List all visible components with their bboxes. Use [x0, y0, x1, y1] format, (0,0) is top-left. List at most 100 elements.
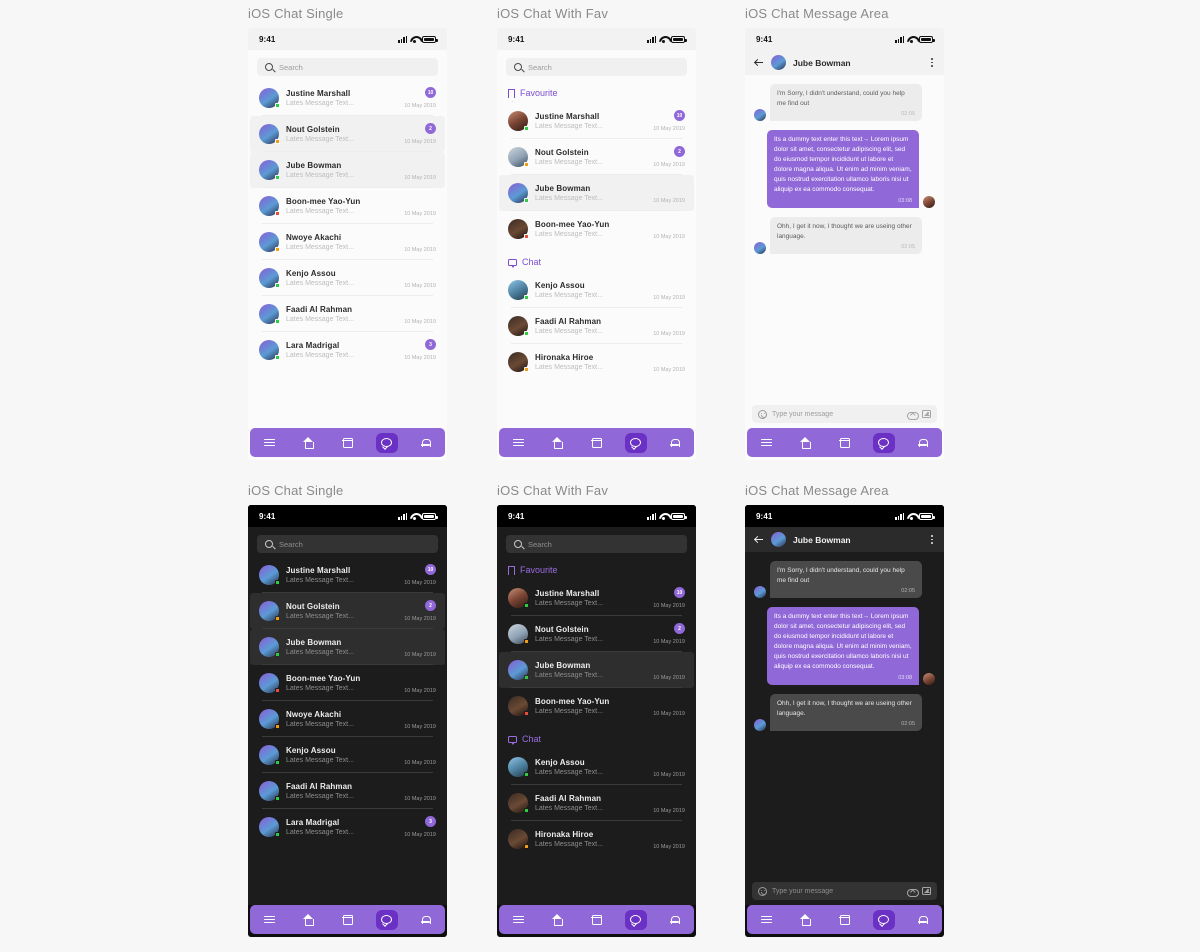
contact-name: Lara Madrigal — [286, 818, 340, 827]
chat-list-item[interactable]: Jube Bowman Lates Message Text... 10 May 2… — [250, 152, 445, 188]
nav-button-calendar[interactable] — [586, 433, 608, 453]
nav-button-home[interactable] — [795, 433, 817, 453]
chat-list-item[interactable]: Faadi Al Rahman Lates Message Text... 10 M… — [250, 296, 445, 332]
back-arrow-icon[interactable] — [754, 58, 764, 68]
chat-icon — [381, 438, 392, 447]
chat-list-item[interactable]: Boon-mee Yao-Yun Lates Message Text... 10 … — [250, 665, 445, 701]
message-composer[interactable]: Type your message — [752, 882, 937, 900]
message-composer[interactable]: Type your message — [752, 405, 937, 423]
more-vertical-icon[interactable] — [929, 56, 935, 68]
conversation-title: Jube Bowman — [793, 534, 851, 545]
chat-list-item[interactable]: Faadi Al Rahman Lates Message Text... 10 M… — [499, 785, 694, 821]
smiley-icon[interactable] — [758, 409, 768, 419]
nav-button-notifications[interactable] — [912, 433, 934, 453]
nav-button-chat[interactable] — [624, 432, 647, 453]
avatar — [259, 637, 280, 657]
image-icon[interactable] — [922, 410, 931, 418]
chat-list-item[interactable]: Hironaka Hiroe Lates Message Text... 10 Ma… — [499, 821, 694, 857]
chat-list-item[interactable]: Lara Madrigal Lates Message Text... 3 10 Ma… — [250, 809, 445, 845]
chat-list-item[interactable]: Jube Bowman Lates Message Text... 10 May 2… — [250, 629, 445, 665]
nav-button-notifications[interactable] — [664, 910, 686, 930]
nav-button-chat[interactable] — [872, 909, 895, 930]
message-bubble[interactable]: I'm Sorry, I didn't understand, could yo… — [770, 84, 922, 122]
chat-list-item[interactable]: Nout Golstein Lates Message Text... 2 10 Ma… — [499, 139, 694, 175]
avatar — [259, 745, 280, 765]
nav-button-menu[interactable] — [756, 910, 778, 930]
nav-button-menu[interactable] — [508, 910, 530, 930]
nav-button-calendar[interactable] — [337, 910, 359, 930]
search-input[interactable]: Search — [257, 535, 438, 553]
chat-list-item[interactable]: Nwoye Akachi Lates Message Text... 10 May … — [250, 224, 445, 260]
chat-list-item[interactable]: Nout Golstein Lates Message Text... 2 10 Ma… — [499, 616, 694, 652]
nav-button-menu[interactable] — [508, 433, 530, 453]
nav-button-calendar[interactable] — [834, 910, 856, 930]
nav-button-menu[interactable] — [259, 433, 281, 453]
chat-list-item[interactable]: Boon-mee Yao-Yun Lates Message Text... 10 … — [499, 688, 694, 724]
chat-item-right: 10 May 2019 — [402, 636, 436, 658]
chat-list-item[interactable]: Boon-mee Yao-Yun Lates Message Text... 10 … — [250, 188, 445, 224]
nav-button-calendar[interactable] — [337, 433, 359, 453]
chat-list-item[interactable]: Lara Madrigal Lates Message Text... 3 10 Ma… — [250, 332, 445, 368]
chat-list-item[interactable]: Kenjo Assou Lates Message Text... 10 May 2… — [499, 272, 694, 308]
chat-list-item[interactable]: Justine Marshall Lates Message Text... 10 1… — [250, 80, 445, 116]
status-bar-time: 9:41 — [259, 511, 276, 521]
nav-button-notifications[interactable] — [415, 433, 437, 453]
chat-list-item[interactable]: Faadi Al Rahman Lates Message Text... 10 M… — [499, 308, 694, 344]
search-input[interactable]: Search — [506, 58, 687, 76]
nav-button-home[interactable] — [547, 910, 569, 930]
chat-list-item[interactable]: Kenjo Assou Lates Message Text... 10 May 2… — [499, 749, 694, 785]
presence-indicator — [275, 247, 280, 252]
status-bar-time: 9:41 — [756, 34, 773, 44]
nav-button-chat[interactable] — [375, 909, 398, 930]
message-bubble[interactable]: Its a dummy text enter this text→ Lorem … — [767, 607, 919, 685]
chat-list-item[interactable]: Nout Golstein Lates Message Text... 2 10 Ma… — [250, 593, 445, 629]
status-bar: 9:41 — [745, 505, 944, 527]
nav-button-notifications[interactable] — [912, 910, 934, 930]
chat-list-item[interactable]: Justine Marshall Lates Message Text... 10 1… — [499, 103, 694, 139]
chat-list-item[interactable]: Jube Bowman Lates Message Text... 10 May 2… — [499, 175, 694, 211]
search-input[interactable]: Search — [257, 58, 438, 76]
nav-button-home[interactable] — [298, 910, 320, 930]
nav-button-chat[interactable] — [872, 432, 895, 453]
nav-button-menu[interactable] — [756, 433, 778, 453]
nav-button-home[interactable] — [547, 433, 569, 453]
chat-list-item[interactable]: Kenjo Assou Lates Message Text... 10 May 2… — [250, 260, 445, 296]
back-arrow-icon[interactable] — [754, 535, 764, 545]
chat-list-item[interactable]: Justine Marshall Lates Message Text... 10 1… — [250, 557, 445, 593]
chat-list-item[interactable]: Nwoye Akachi Lates Message Text... 10 May … — [250, 701, 445, 737]
chat-list-item[interactable]: Justine Marshall Lates Message Text... 10 1… — [499, 580, 694, 616]
nav-button-chat[interactable] — [624, 909, 647, 930]
chat-list-item[interactable]: Faadi Al Rahman Lates Message Text... 10 M… — [250, 773, 445, 809]
cloud-upload-icon[interactable] — [907, 410, 919, 420]
message-date: 10 May 2019 — [653, 234, 685, 240]
last-message-preview: Lates Message Text... — [286, 613, 354, 620]
presence-indicator — [524, 367, 529, 372]
calendar-icon — [591, 437, 602, 448]
search-input[interactable]: Search — [506, 535, 687, 553]
message-bubble[interactable]: Ohh, I get it now, I thought we are usei… — [770, 216, 922, 254]
smiley-icon[interactable] — [758, 886, 768, 896]
chat-list-item[interactable]: Jube Bowman Lates Message Text... 10 May 2… — [499, 652, 694, 688]
nav-button-calendar[interactable] — [834, 433, 856, 453]
message-bubble[interactable]: Its a dummy text enter this text→ Lorem … — [767, 130, 919, 208]
chat-list-item[interactable]: Nout Golstein Lates Message Text... 2 10 Ma… — [250, 116, 445, 152]
nav-button-notifications[interactable] — [415, 910, 437, 930]
chat-list-item[interactable]: Boon-mee Yao-Yun Lates Message Text... 10 … — [499, 211, 694, 247]
chat-item-right: 2 10 May 2019 — [402, 600, 436, 622]
message-bubble[interactable]: Ohh, I get it now, I thought we are usei… — [770, 693, 922, 731]
nav-button-notifications[interactable] — [664, 433, 686, 453]
more-vertical-icon[interactable] — [929, 533, 935, 545]
message-bubble[interactable]: I'm Sorry, I didn't understand, could yo… — [770, 561, 922, 599]
nav-button-home[interactable] — [795, 910, 817, 930]
message-date: 10 May 2019 — [653, 162, 685, 168]
message-date: 10 May 2019 — [404, 760, 436, 766]
chat-list-item[interactable]: Hironaka Hiroe Lates Message Text... 10 Ma… — [499, 344, 694, 380]
phone-frame: 9:41 Search Justine Marshall Lates Message … — [248, 505, 447, 937]
nav-button-home[interactable] — [298, 433, 320, 453]
nav-button-calendar[interactable] — [586, 910, 608, 930]
image-icon[interactable] — [922, 887, 931, 895]
nav-button-chat[interactable] — [375, 432, 398, 453]
chat-list-item[interactable]: Kenjo Assou Lates Message Text... 10 May 2… — [250, 737, 445, 773]
nav-button-menu[interactable] — [259, 910, 281, 930]
cloud-upload-icon[interactable] — [907, 887, 919, 897]
